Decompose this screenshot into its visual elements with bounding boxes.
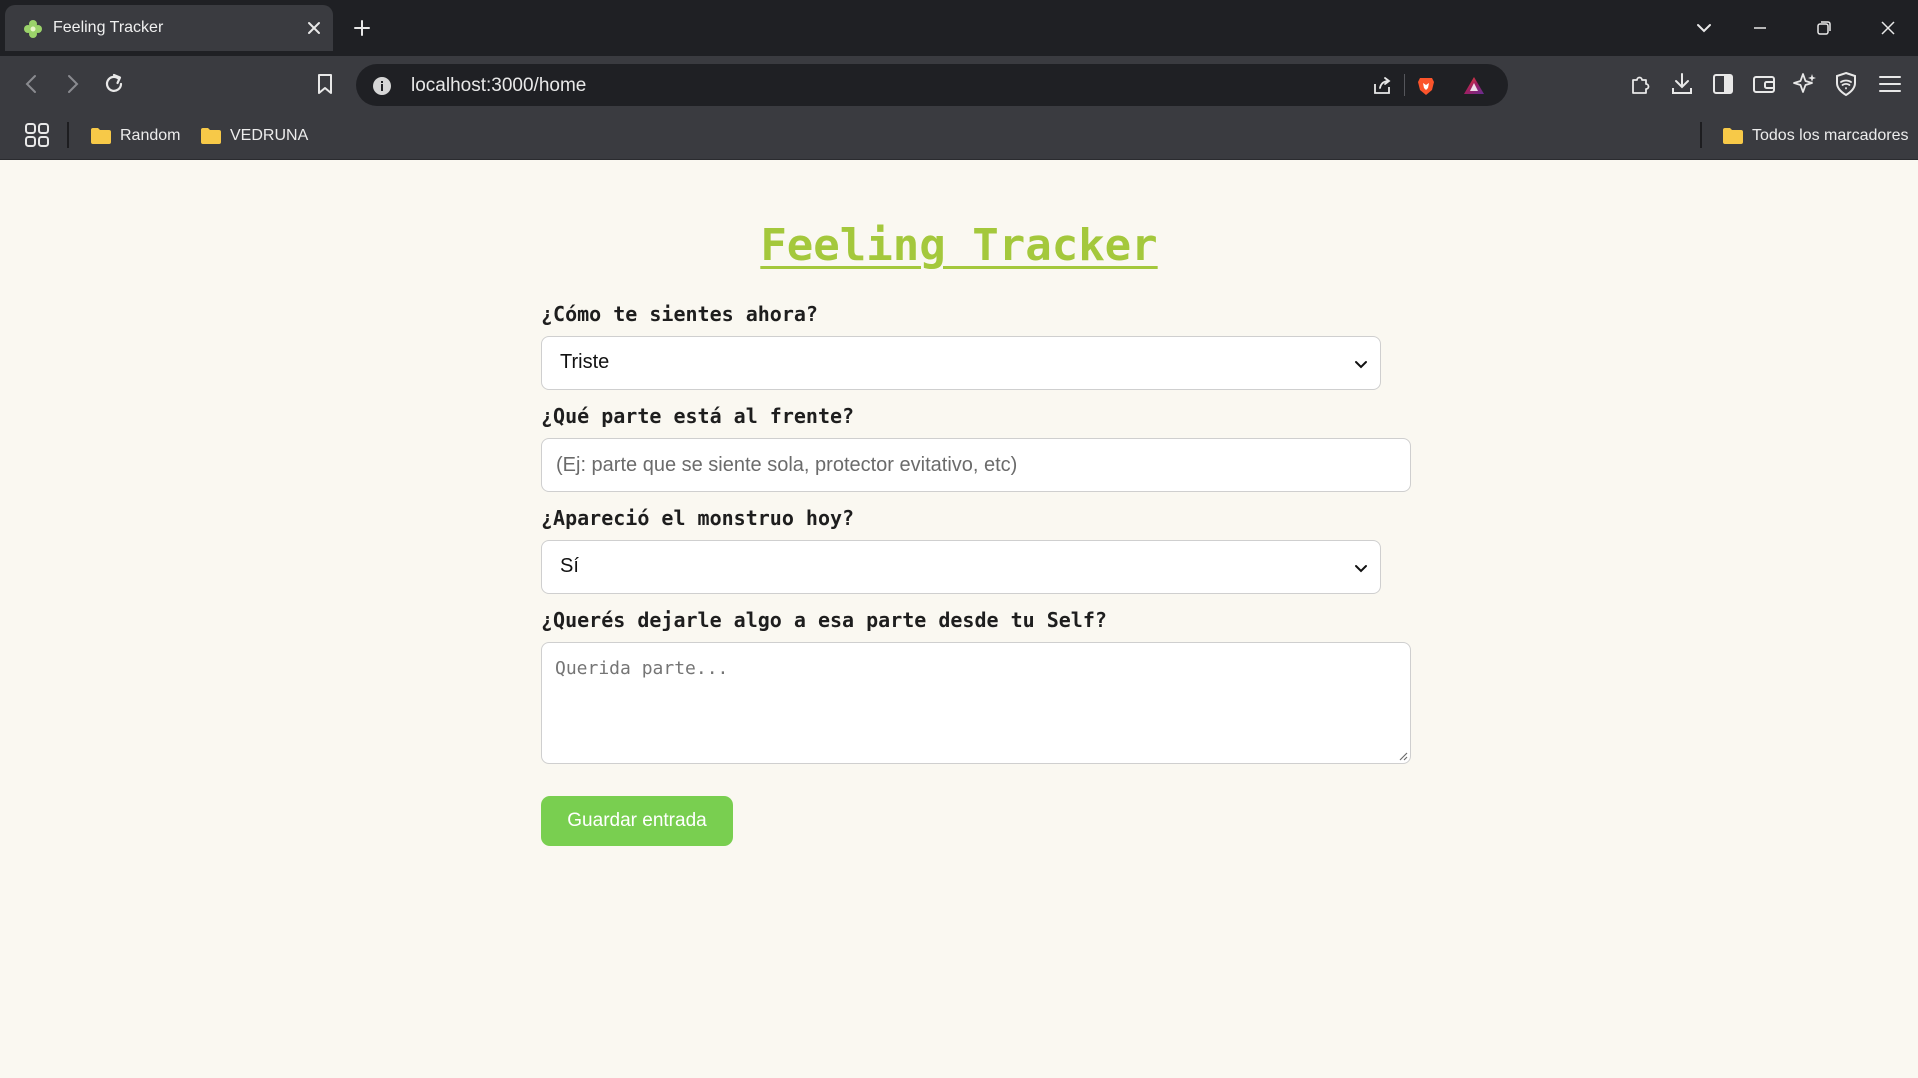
page-title: Feeling Tracker xyxy=(760,220,1158,271)
page-content: Feeling Tracker ¿Cómo te sientes ahora? … xyxy=(0,160,1918,1078)
brave-shields-icon[interactable] xyxy=(1414,74,1438,98)
clover-favicon-icon xyxy=(24,20,42,38)
folder-icon xyxy=(91,128,111,144)
tab-feeling-tracker[interactable]: Feeling Tracker xyxy=(5,5,333,51)
menu-icon[interactable] xyxy=(1876,70,1904,98)
chevron-down-icon xyxy=(1355,361,1367,369)
monster-label: ¿Apareció el monstruo hoy? xyxy=(541,506,855,530)
monster-select[interactable]: Sí xyxy=(541,540,1381,594)
back-icon[interactable] xyxy=(18,70,46,98)
bookmark-label: VEDRUNA xyxy=(230,127,309,144)
close-window-icon[interactable] xyxy=(1876,16,1900,40)
leo-ai-icon[interactable] xyxy=(1791,70,1819,98)
close-tab-icon[interactable] xyxy=(303,17,325,39)
resize-grip-icon[interactable] xyxy=(1396,749,1408,761)
bookmarks-divider xyxy=(67,122,69,148)
bookmarks-bar: Random VEDRUNA Todos los marcadores xyxy=(0,112,1918,160)
save-entry-button[interactable]: Guardar entrada xyxy=(541,796,733,846)
downloads-icon[interactable] xyxy=(1668,70,1696,98)
part-input[interactable]: (Ej: parte que se siente sola, protector… xyxy=(541,438,1411,492)
restore-icon[interactable] xyxy=(1812,16,1836,40)
folder-icon xyxy=(1723,128,1743,144)
url-text: localhost:3000/home xyxy=(411,75,587,96)
feeling-select[interactable]: Triste xyxy=(541,336,1381,390)
bookmarks-divider-right xyxy=(1700,122,1702,148)
part-label: ¿Qué parte está al frente? xyxy=(541,404,855,428)
message-textarea[interactable]: Querida parte... xyxy=(541,642,1411,764)
chevron-down-icon xyxy=(1355,565,1367,573)
message-label: ¿Querés dejarle algo a esa parte desde t… xyxy=(541,608,1107,632)
folder-icon xyxy=(201,128,221,144)
new-tab-icon[interactable] xyxy=(350,16,374,40)
address-bar[interactable]: localhost:3000/home xyxy=(356,64,1508,106)
minimize-icon[interactable] xyxy=(1748,16,1772,40)
wallet-icon[interactable] xyxy=(1750,70,1778,98)
bookmark-all[interactable]: Todos los marcadores xyxy=(1722,124,1909,148)
browser-toolbar: localhost:3000/home xyxy=(0,56,1918,112)
feeling-select-value: Triste xyxy=(560,351,610,373)
tab-title: Feeling Tracker xyxy=(53,19,164,36)
site-info-icon[interactable] xyxy=(370,74,394,98)
bookmark-random[interactable]: Random xyxy=(90,124,180,148)
brave-rewards-icon[interactable] xyxy=(1462,74,1486,98)
apps-grid-icon[interactable] xyxy=(24,122,50,148)
vpn-shield-icon[interactable] xyxy=(1832,70,1860,98)
omnibox-divider xyxy=(1404,74,1405,96)
monster-select-value: Sí xyxy=(560,555,579,577)
message-textarea-placeholder: Querida parte... xyxy=(555,658,729,679)
bookmark-vedruna[interactable]: VEDRUNA xyxy=(200,124,308,148)
sidebar-icon[interactable] xyxy=(1709,70,1737,98)
share-icon[interactable] xyxy=(1370,74,1394,98)
feeling-label: ¿Cómo te sientes ahora? xyxy=(541,302,818,326)
bookmark-icon[interactable] xyxy=(311,70,339,98)
reload-icon[interactable] xyxy=(100,70,128,98)
extensions-icon[interactable] xyxy=(1627,70,1655,98)
bookmark-label: Random xyxy=(120,127,181,144)
part-input-placeholder: (Ej: parte que se siente sola, protector… xyxy=(556,454,1018,476)
tab-search-chevron-icon[interactable] xyxy=(1692,16,1716,40)
tab-bar: Feeling Tracker xyxy=(0,0,1918,56)
forward-icon[interactable] xyxy=(58,70,86,98)
all-bookmarks-label: Todos los marcadores xyxy=(1752,127,1909,144)
